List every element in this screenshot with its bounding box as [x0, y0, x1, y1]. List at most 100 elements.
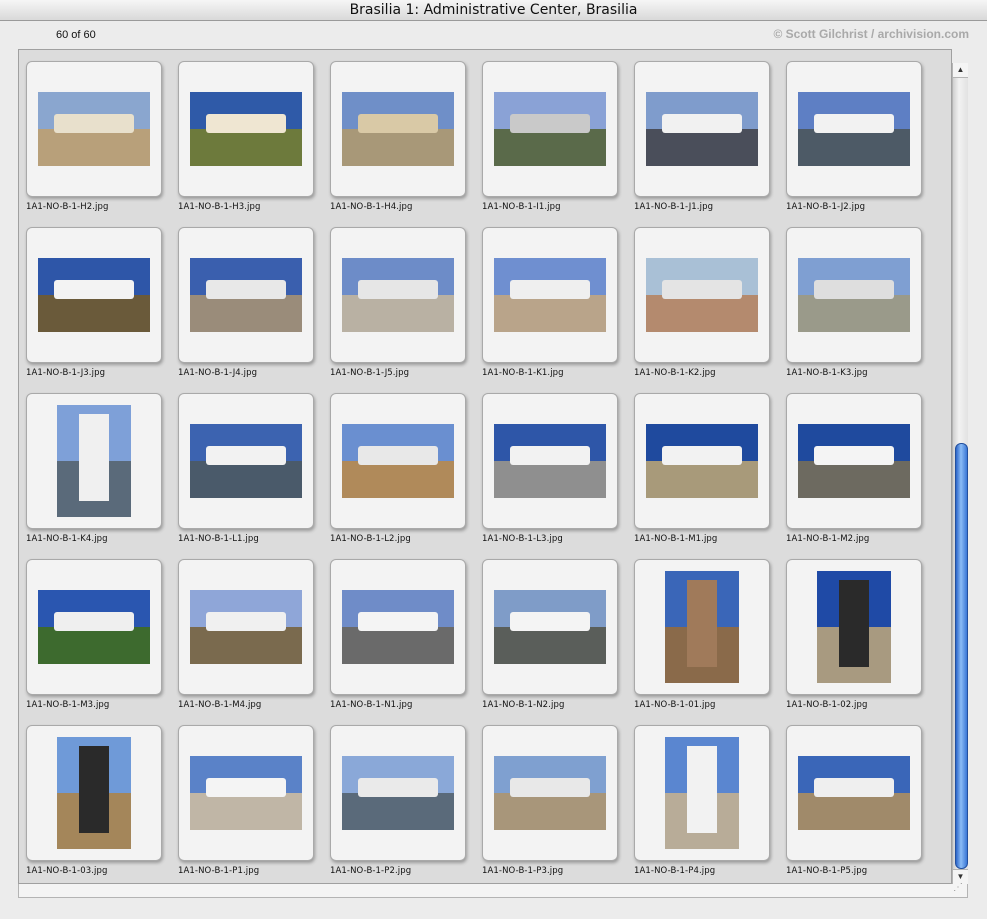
photo-image — [57, 737, 131, 849]
slide-thumbnail[interactable] — [330, 227, 466, 363]
photo-image — [494, 92, 606, 166]
thumbnail-filename: 1A1-NO-B-1-N1.jpg — [330, 700, 413, 710]
building-shape — [53, 114, 135, 134]
thumbnail-filename: 1A1-NO-B-1-M1.jpg — [634, 534, 718, 544]
thumbnail-filename: 1A1-NO-B-1-K2.jpg — [634, 368, 716, 378]
thumbnail-filename: 1A1-NO-B-1-P2.jpg — [330, 866, 412, 876]
building-shape — [687, 745, 717, 834]
thumbnail-filename: 1A1-NO-B-1-J1.jpg — [634, 202, 714, 212]
slide-thumbnail[interactable] — [634, 393, 770, 529]
slide-thumbnail[interactable] — [178, 393, 314, 529]
slide-thumbnail[interactable] — [26, 227, 162, 363]
vertical-scrollbar[interactable]: ▲ ▼ — [952, 63, 968, 884]
photo-image — [190, 756, 302, 830]
slide-thumbnail[interactable] — [634, 725, 770, 861]
building-shape — [661, 446, 743, 466]
building-shape — [357, 446, 439, 466]
photo-image — [494, 424, 606, 498]
thumbnail-filename: 1A1-NO-B-1-03.jpg — [26, 866, 108, 876]
window-title: Brasilia 1: Administrative Center, Brasi… — [0, 0, 987, 21]
building-shape — [509, 280, 591, 300]
slide-thumbnail[interactable] — [330, 393, 466, 529]
thumbnail-filename: 1A1-NO-B-1-K1.jpg — [482, 368, 564, 378]
building-shape — [357, 114, 439, 134]
slide-thumbnail[interactable] — [178, 559, 314, 695]
building-shape — [687, 579, 717, 668]
thumbnail-filename: 1A1-NO-B-1-M4.jpg — [178, 700, 262, 710]
photo-image — [817, 571, 891, 683]
building-shape — [813, 114, 895, 134]
slide-thumbnail[interactable] — [330, 61, 466, 197]
copyright-credit: © Scott Gilchrist / archivision.com — [773, 27, 969, 41]
slide-thumbnail[interactable] — [26, 559, 162, 695]
scroll-up-arrow[interactable]: ▲ — [953, 63, 968, 78]
building-shape — [53, 280, 135, 300]
building-shape — [357, 280, 439, 300]
building-shape — [813, 446, 895, 466]
photo-image — [342, 258, 454, 332]
building-shape — [357, 612, 439, 632]
building-shape — [205, 114, 287, 134]
thumbnail-filename: 1A1-NO-B-1-L2.jpg — [330, 534, 411, 544]
slide-thumbnail[interactable] — [786, 559, 922, 695]
scroll-thumb[interactable] — [955, 443, 968, 869]
resize-grip-icon[interactable]: ⋰ — [951, 881, 965, 895]
slide-thumbnail[interactable] — [482, 393, 618, 529]
photo-image — [38, 590, 150, 664]
slide-thumbnail[interactable] — [634, 61, 770, 197]
slide-thumbnail[interactable] — [330, 559, 466, 695]
building-shape — [79, 745, 109, 834]
thumbnail-filename: 1A1-NO-B-1-H3.jpg — [178, 202, 261, 212]
slide-thumbnail[interactable] — [178, 725, 314, 861]
slide-thumbnail[interactable] — [786, 725, 922, 861]
slide-thumbnail[interactable] — [178, 227, 314, 363]
photo-image — [798, 424, 910, 498]
thumbnail-filename: 1A1-NO-B-1-L3.jpg — [482, 534, 563, 544]
slide-thumbnail[interactable] — [178, 61, 314, 197]
photo-image — [646, 258, 758, 332]
slide-thumbnail[interactable] — [634, 227, 770, 363]
photo-image — [646, 424, 758, 498]
thumbnail-filename: 1A1-NO-B-1-M3.jpg — [26, 700, 110, 710]
thumbnail-filename: 1A1-NO-B-1-J4.jpg — [178, 368, 258, 378]
building-shape — [509, 114, 591, 134]
slide-thumbnail[interactable] — [26, 61, 162, 197]
status-bar: ⋰ — [18, 881, 968, 898]
thumbnail-filename: 1A1-NO-B-1-J2.jpg — [786, 202, 866, 212]
photo-image — [646, 92, 758, 166]
building-shape — [509, 446, 591, 466]
slide-thumbnail[interactable] — [634, 559, 770, 695]
photo-image — [57, 405, 131, 517]
thumbnail-filename: 1A1-NO-B-1-H4.jpg — [330, 202, 413, 212]
slide-thumbnail[interactable] — [786, 227, 922, 363]
building-shape — [53, 612, 135, 632]
info-bar: 60 of 60 © Scott Gilchrist / archivision… — [0, 22, 987, 46]
slide-thumbnail[interactable] — [786, 393, 922, 529]
photo-image — [798, 258, 910, 332]
photo-image — [494, 258, 606, 332]
slide-thumbnail[interactable] — [26, 393, 162, 529]
building-shape — [813, 280, 895, 300]
photo-image — [190, 258, 302, 332]
photo-image — [38, 92, 150, 166]
photo-image — [38, 258, 150, 332]
thumbnail-filename: 1A1-NO-B-1-N2.jpg — [482, 700, 565, 710]
photo-image — [798, 756, 910, 830]
slide-thumbnail[interactable] — [482, 725, 618, 861]
thumbnail-filename: 1A1-NO-B-1-P3.jpg — [482, 866, 564, 876]
slide-thumbnail[interactable] — [482, 227, 618, 363]
photo-image — [494, 590, 606, 664]
slide-thumbnail[interactable] — [330, 725, 466, 861]
thumbnail-filename: 1A1-NO-B-1-K3.jpg — [786, 368, 868, 378]
slide-thumbnail[interactable] — [786, 61, 922, 197]
building-shape — [661, 114, 743, 134]
building-shape — [205, 280, 287, 300]
thumbnail-filename: 1A1-NO-B-1-01.jpg — [634, 700, 716, 710]
thumbnail-filename: 1A1-NO-B-1-P1.jpg — [178, 866, 260, 876]
building-shape — [205, 612, 287, 632]
slide-thumbnail[interactable] — [482, 61, 618, 197]
slide-thumbnail[interactable] — [482, 559, 618, 695]
slide-thumbnail[interactable] — [26, 725, 162, 861]
thumbnail-filename: 1A1-NO-B-1-I1.jpg — [482, 202, 561, 212]
photo-image — [342, 590, 454, 664]
